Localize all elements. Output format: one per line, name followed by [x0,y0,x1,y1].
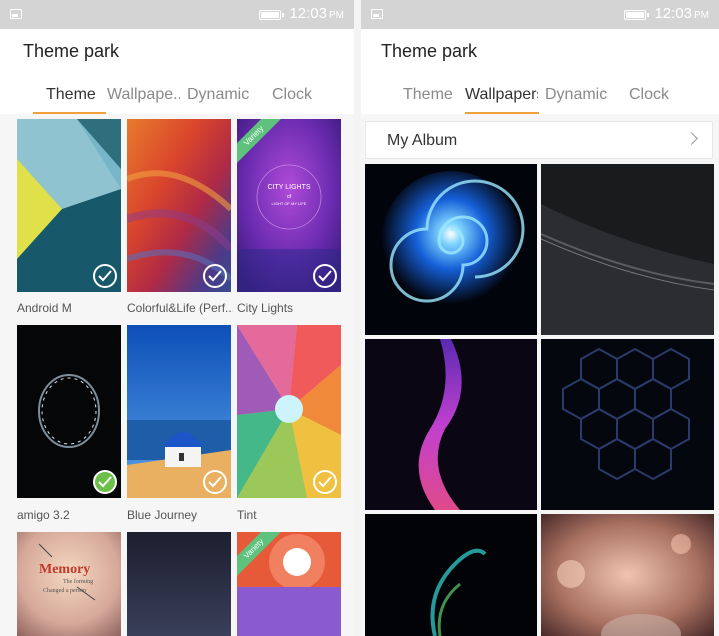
right-screen: 12:03 PM Theme park Theme Wallpapers Dyna… [361,0,719,636]
battery-icon [624,10,649,20]
theme-card-dark[interactable] [127,532,231,636]
tab-bar: Theme Wallpapers Dynamic Clock [361,86,719,116]
theme-label: Android M [17,301,72,315]
status-clock: 12:03 PM [289,5,344,22]
status-bar: 12:03 PM [361,0,719,29]
wallpaper-dark-waves[interactable] [541,164,714,335]
smoke-thumbnail [365,514,537,636]
my-album-label: My Album [387,132,458,149]
battery-icon [259,10,284,20]
check-icon [93,470,117,494]
theme-card-colorful-life[interactable] [127,119,231,292]
my-album-row[interactable]: My Album [365,121,713,159]
theme-card-city-lights[interactable]: CITY LIGHTS of LIGHT OF MY LIFE Variety [237,119,341,292]
art-caption: LIGHT OF MY LIFE [271,201,307,206]
page-title: Theme park [381,41,478,61]
blue-spiral-thumbnail [365,164,537,335]
art-caption: Changed a person [43,588,86,594]
tab-wallpapers[interactable]: Wallpape.. [107,86,180,104]
tab-theme[interactable]: Theme [403,86,453,104]
tab-clock[interactable]: Clock [272,86,312,104]
left-screen: 12:03 PM Theme park Theme Wallpape.. Dyna… [0,0,354,636]
theme-card-blue-journey[interactable] [127,325,231,498]
hexagons-thumbnail [541,339,714,510]
theme-card-amigo[interactable] [17,325,121,498]
status-bar: 12:03 PM [0,0,354,29]
art-subtitle: of [286,194,292,200]
theme-label: City Lights [237,301,294,315]
wallpaper-smoke[interactable] [365,514,537,636]
art-title: Memory [39,562,91,577]
bokeh-thumbnail [541,514,714,636]
tab-clock[interactable]: Clock [629,86,669,104]
theme-label: Tint [237,508,257,522]
check-icon [203,264,227,288]
theme-card-variety-2[interactable]: Variety [237,532,341,636]
tab-theme[interactable]: Theme [46,86,96,104]
check-icon [203,470,227,494]
theme-label: amigo 3.2 [17,508,70,522]
dark-waves-thumbnail [541,164,714,335]
wallpaper-blue-spiral[interactable] [365,164,537,335]
theme-card-memory[interactable]: Memory The forming Changed a person [17,532,121,636]
theme-label: Colorful&Life (Perf... [127,301,233,315]
check-icon [313,470,337,494]
panel-divider [354,0,361,636]
art-title: CITY LIGHTS [267,184,311,191]
tab-wallpapers[interactable]: Wallpapers [465,86,538,104]
image-icon [371,9,383,19]
wallpaper-hexagons[interactable] [541,339,714,510]
art-subtitle: The forming [63,579,94,585]
image-icon [10,9,22,19]
theme-label: Blue Journey [127,508,198,522]
tab-dynamic[interactable]: Dynamic [545,86,607,104]
chevron-right-icon [685,132,698,145]
check-icon [93,264,117,288]
page-title: Theme park [23,41,120,61]
check-icon [313,264,337,288]
tab-dynamic[interactable]: Dynamic [187,86,249,104]
wallpaper-purple-flame[interactable] [365,339,537,510]
purple-flame-thumbnail [365,339,537,510]
theme-card-tint[interactable] [237,325,341,498]
dark-thumbnail [127,532,231,636]
status-clock: 12:03 PM [654,5,709,22]
theme-card-android-m[interactable] [17,119,121,292]
wallpaper-bokeh[interactable] [541,514,714,636]
